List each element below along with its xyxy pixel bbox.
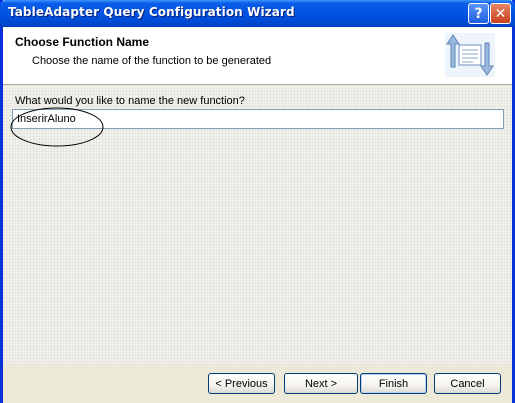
next-button[interactable]: Next > xyxy=(284,373,358,394)
wizard-footer: < Previous Next > Finish Cancel xyxy=(3,365,512,403)
function-name-input[interactable] xyxy=(12,109,504,129)
previous-button[interactable]: < Previous xyxy=(208,373,275,394)
wizard-content: What would you like to name the new func… xyxy=(3,85,512,365)
wizard-header: Choose Function Name Choose the name of … xyxy=(3,27,512,85)
wizard-window: TableAdapter Query Configuration Wizard … xyxy=(0,0,515,403)
help-button[interactable]: ? xyxy=(468,3,489,24)
page-subtitle: Choose the name of the function to be ge… xyxy=(32,55,272,67)
finish-button[interactable]: Finish xyxy=(360,373,427,394)
cancel-button[interactable]: Cancel xyxy=(434,373,501,394)
close-button[interactable]: ✕ xyxy=(490,3,511,24)
title-bar[interactable]: TableAdapter Query Configuration Wizard … xyxy=(0,0,515,27)
function-name-label: What would you like to name the new func… xyxy=(15,95,245,107)
page-title: Choose Function Name xyxy=(15,35,150,49)
wizard-swap-icon xyxy=(445,33,495,77)
window-title: TableAdapter Query Configuration Wizard xyxy=(8,5,295,19)
